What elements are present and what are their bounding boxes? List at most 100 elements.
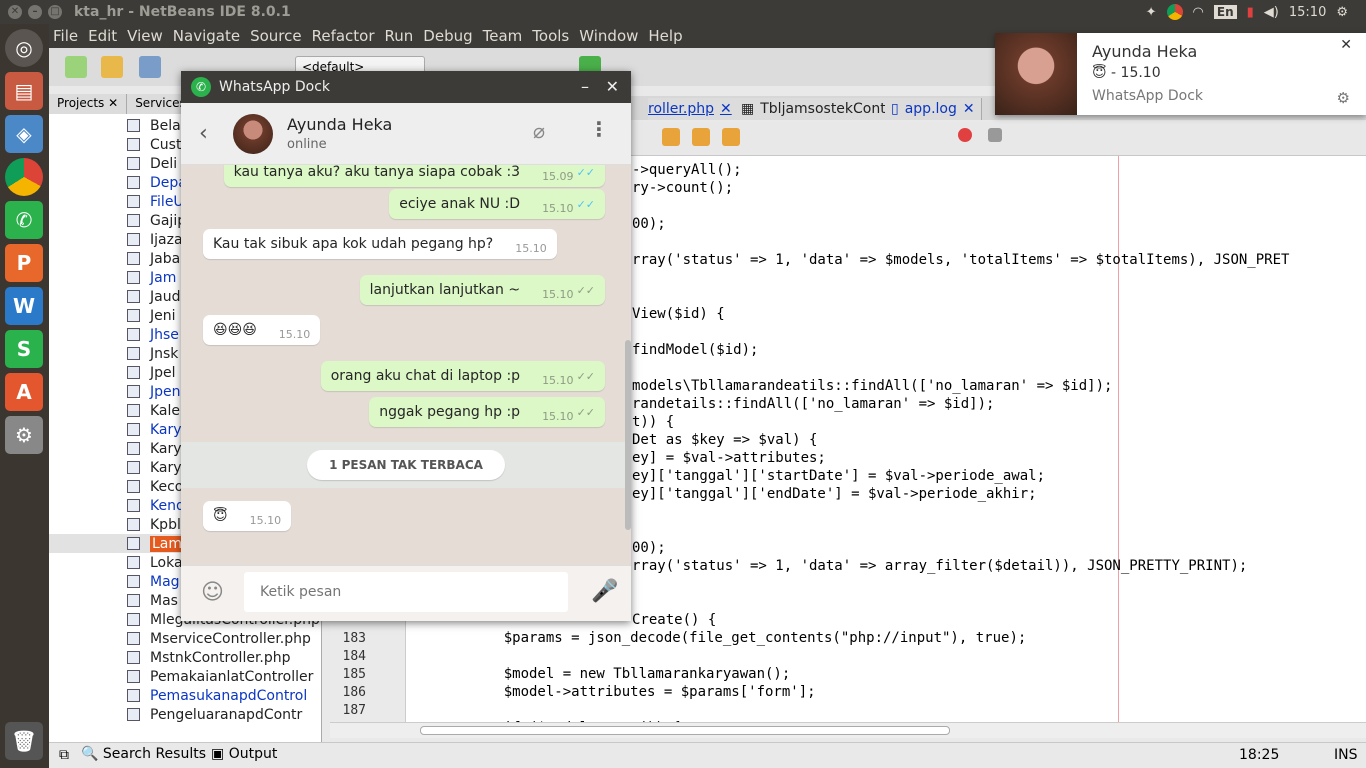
new-file-icon[interactable] [65,56,87,78]
prev-bookmark-icon[interactable] [662,128,680,146]
message-text: 😇 [213,508,228,524]
notification-close-icon[interactable]: ✕ [1340,37,1352,53]
avatar[interactable] [233,114,273,154]
record-macro-icon[interactable] [958,128,972,142]
code-line[interactable]: $model = new Tbllamarankaryawan(); [470,666,791,682]
settings-icon[interactable]: ⚙ [5,416,43,454]
new-project-icon[interactable] [101,56,123,78]
notification-popup[interactable]: Ayunda Heka 😇 - 15.10 WhatsApp Dock ✕ ⚙ [995,33,1366,115]
file-item[interactable]: MstnkController.php [49,648,322,667]
code-line[interactable]: ry->count(); [632,180,733,196]
code-line[interactable]: findModel($id); [632,342,758,358]
message-bubble[interactable]: orang aku chat di laptop :p 15.10 ✓✓ [320,361,605,391]
open-project-icon[interactable] [139,56,161,78]
stop-macro-icon[interactable] [988,128,1002,142]
code-line[interactable]: ey]['tanggal']['endDate'] = $val->period… [632,486,1037,502]
chrome-tray-icon[interactable] [1166,4,1183,20]
code-line[interactable]: ey]['tanggal']['startDate'] = $val->peri… [632,468,1045,484]
next-bookmark-icon[interactable] [692,128,710,146]
menu-debug[interactable]: Debug [423,27,472,45]
volume-icon[interactable]: ◀) [1264,5,1279,20]
chat-scrollbar[interactable] [625,340,631,530]
file-item[interactable]: PemakaianlatController [49,667,322,686]
minimize-window-icon[interactable]: – [28,5,42,19]
menu-view[interactable]: View [127,27,163,45]
file-item[interactable]: MserviceController.php [49,629,322,648]
notification-settings-icon[interactable]: ⚙ [1337,89,1350,107]
trash-icon[interactable]: 🗑 [5,722,43,760]
close-icon[interactable]: ✕ [606,77,619,96]
files-icon[interactable]: ▤ [5,72,43,110]
code-line[interactable]: ->queryAll(); [632,162,742,178]
message-bubble[interactable]: 😇 15.10 [203,501,292,531]
code-line[interactable]: $params = json_decode(file_get_contents(… [470,630,1027,646]
search-results-tab[interactable]: 🔍 Search Results [81,746,206,762]
menu-navigate[interactable]: Navigate [173,27,240,45]
message-bubble[interactable]: eciye anak NU :D 15.10 ✓✓ [389,189,605,219]
line-number: 183 [342,631,366,646]
menu-file[interactable]: File [53,27,78,45]
netbeans-icon[interactable]: ◈ [5,115,43,153]
contact-name[interactable]: Ayunda Heka [287,115,392,134]
message-list[interactable]: kau tanya aku? aku tanya siapa cobak :3 1… [181,165,631,565]
code-line[interactable]: 00); [632,540,666,556]
menu-help[interactable]: Help [648,27,682,45]
emoji-icon[interactable]: ☺ [201,580,224,605]
file-name: Lam [150,535,185,552]
restore-window-icon[interactable]: ⧉ [59,747,69,763]
dash-icon[interactable]: ◎ [5,29,43,67]
menu-window[interactable]: Window [579,27,638,45]
code-line[interactable]: 00); [632,216,666,232]
power-icon[interactable]: ⚙ [1336,5,1348,20]
attach-icon[interactable]: ⌀ [533,119,545,143]
code-line[interactable]: rray('status' => 1, 'data' => $models, '… [632,252,1289,268]
microphone-icon[interactable]: 🎤 [591,579,618,604]
message-bubble[interactable]: nggak pegang hp :p 15.10 ✓✓ [369,397,605,427]
file-item[interactable]: PengeluaranapdContr [49,705,322,724]
message-bubble[interactable]: kau tanya aku? aku tanya siapa cobak :3 1… [223,165,605,187]
code-line[interactable]: randetails::findAll(['no_lamaran' => $id… [632,396,994,412]
message-bubble[interactable]: Kau tak sibuk apa kok udah pegang hp? 15.… [203,229,557,259]
code-line[interactable]: rray('status' => 1, 'data' => array_filt… [632,558,1247,574]
minimize-icon[interactable]: – [581,77,589,96]
menu-tools[interactable]: Tools [532,27,569,45]
spreadsheet-icon[interactable]: S [5,330,43,368]
file-item[interactable]: PemasukanapdControl [49,686,322,705]
tab-projects[interactable]: Projects ✕ [49,94,128,114]
keyboard-language[interactable]: En [1213,5,1237,19]
menu-source[interactable]: Source [250,27,302,45]
code-line[interactable]: models\Tbllamarandeatils::findAll(['no_l… [632,378,1112,394]
maximize-window-icon[interactable]: □ [48,5,62,19]
chrome-icon[interactable] [5,158,43,196]
dropbox-icon[interactable]: ✦ [1146,5,1157,20]
output-tab[interactable]: ▣ Output [211,746,277,762]
tab-controller[interactable]: roller.php ✕ [648,98,739,120]
whatsapp-icon[interactable]: ✆ [5,201,43,239]
toggle-bookmark-icon[interactable] [722,128,740,146]
back-arrow-icon[interactable]: ‹ [199,121,208,146]
code-line[interactable]: Create() { [632,612,716,628]
presentation-icon[interactable]: P [5,244,43,282]
message-bubble[interactable]: 😆😆😆 15.10 [203,315,321,345]
message-input[interactable] [244,572,568,612]
writer-icon[interactable]: W [5,287,43,325]
message-bubble[interactable]: lanjutkan lanjutkan ~ 15.10 ✓✓ [359,275,605,305]
battery-icon[interactable]: ▮ [1247,5,1254,20]
code-line[interactable]: Det as $key => $val) { [632,432,817,448]
menu-run[interactable]: Run [385,27,414,45]
menu-dots-icon[interactable]: ⋮ [589,117,609,141]
code-line[interactable]: ey] = $val->attributes; [632,450,826,466]
code-line[interactable]: View($id) { [632,306,725,322]
menu-team[interactable]: Team [483,27,523,45]
scroll-thumb[interactable] [420,726,950,735]
wifi-icon[interactable]: ◠ [1193,5,1204,20]
close-window-icon[interactable]: ✕ [8,5,22,19]
tab-applog[interactable]: ▯ app.log ✕ [885,98,982,120]
menu-refactor[interactable]: Refactor [312,27,375,45]
menu-edit[interactable]: Edit [88,27,117,45]
code-line[interactable]: $model->attributes = $params['form']; [470,684,816,700]
software-center-icon[interactable]: A [5,373,43,411]
horizontal-scrollbar[interactable] [330,722,1366,738]
code-line[interactable]: t)) { [632,414,674,430]
clock[interactable]: 15:10 [1289,5,1326,20]
